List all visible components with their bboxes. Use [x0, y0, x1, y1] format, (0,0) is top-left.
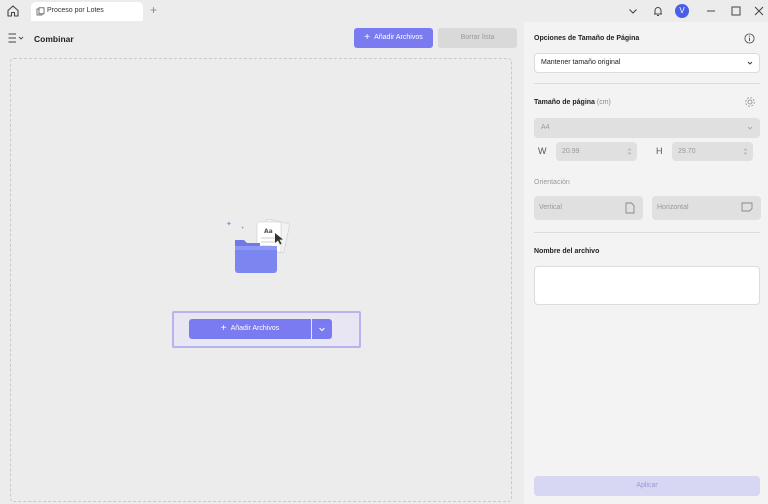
- page-size-options-title: Opciones de Tamaño de Página: [534, 35, 640, 42]
- chevron-down-icon[interactable]: [626, 4, 640, 18]
- page-size-mode-value: Mantener tamaño original: [541, 59, 621, 66]
- add-files-dropdown-button[interactable]: [312, 319, 332, 339]
- chevron-down-icon: [319, 327, 325, 332]
- file-name-title: Nombre del archivo: [534, 248, 600, 255]
- clear-list-button[interactable]: Borrar lista: [438, 28, 517, 48]
- title-bar: Proceso por Lotes + V: [0, 0, 768, 22]
- info-icon[interactable]: [744, 33, 755, 44]
- height-label: H: [656, 146, 663, 156]
- add-files-button[interactable]: + Añadir Archivos: [354, 28, 433, 48]
- new-tab-button[interactable]: +: [150, 3, 157, 17]
- settings-panel: Opciones de Tamaño de Página Mantener ta…: [524, 22, 768, 504]
- avatar[interactable]: V: [675, 4, 689, 18]
- width-label: W: [538, 146, 547, 156]
- paper-size-value: A4: [541, 124, 550, 131]
- orientation-horizontal-button[interactable]: Horizontal: [652, 196, 761, 220]
- divider: [534, 83, 760, 84]
- chevron-down-icon: [747, 61, 753, 65]
- maximize-icon[interactable]: [729, 4, 743, 18]
- document-icon: [36, 7, 45, 16]
- height-input[interactable]: 29.70: [672, 142, 753, 161]
- page-size-title: Tamaño de página (cm): [534, 99, 611, 106]
- close-icon[interactable]: [752, 4, 766, 18]
- portrait-page-icon: [625, 202, 635, 214]
- home-icon[interactable]: [6, 4, 20, 18]
- tab-label: Proceso por Lotes: [47, 7, 104, 14]
- horizontal-label: Horizontal: [657, 204, 689, 211]
- page-size-mode-select[interactable]: Mantener tamaño original: [534, 53, 760, 73]
- plus-icon: +: [364, 32, 371, 43]
- tab-batch-process[interactable]: Proceso por Lotes: [31, 2, 143, 21]
- apply-button[interactable]: Aplicar: [534, 476, 760, 496]
- file-list-panel: Combinar + Añadir Archivos Borrar lista ✦…: [0, 22, 522, 504]
- height-value: 29.70: [678, 148, 696, 155]
- page-title: Combinar: [34, 34, 74, 44]
- gear-icon[interactable]: [744, 96, 756, 108]
- bell-icon[interactable]: [651, 4, 665, 18]
- file-name-input[interactable]: [534, 266, 760, 305]
- stepper-icon[interactable]: [627, 147, 632, 156]
- plus-icon: +: [220, 323, 227, 334]
- menu-icon[interactable]: [8, 33, 26, 43]
- add-files-label: Añadir Archivos: [374, 34, 423, 41]
- orientation-title: Orientación: [534, 179, 570, 186]
- chevron-down-icon: [747, 126, 753, 130]
- add-files-main-button[interactable]: + Añadir Archivos: [189, 319, 311, 339]
- svg-text:✦: ✦: [241, 225, 245, 230]
- svg-text:Aa: Aa: [264, 228, 273, 235]
- paper-size-select[interactable]: A4: [534, 118, 760, 138]
- add-files-main-label: Añadir Archivos: [230, 325, 280, 332]
- minimize-icon[interactable]: [704, 4, 718, 18]
- stepper-icon[interactable]: [743, 147, 748, 156]
- landscape-page-icon: [741, 202, 753, 212]
- svg-text:✦: ✦: [226, 220, 232, 228]
- panel-header: Combinar + Añadir Archivos Borrar lista: [0, 22, 522, 54]
- vertical-label: Vertical: [539, 204, 562, 211]
- orientation-vertical-button[interactable]: Vertical: [534, 196, 643, 220]
- width-value: 20.99: [562, 148, 580, 155]
- divider: [534, 232, 760, 233]
- folder-illustration: ✦ ✦ Aa: [222, 216, 302, 280]
- width-input[interactable]: 20.99: [556, 142, 637, 161]
